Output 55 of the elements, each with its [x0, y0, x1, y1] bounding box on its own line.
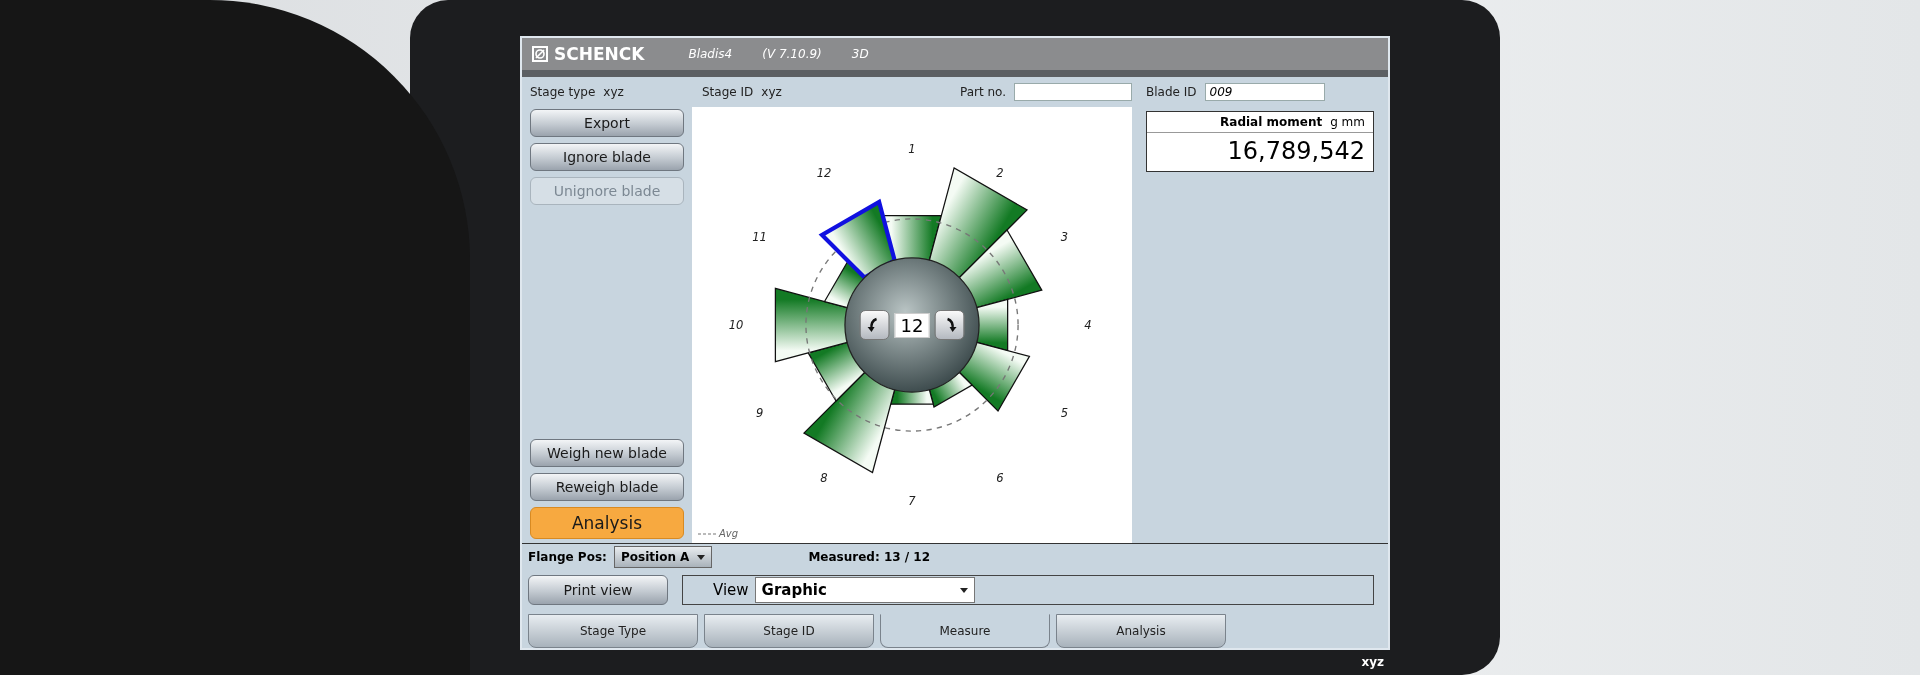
stage-id-label: Stage ID [702, 85, 754, 99]
side-button[interactable]: Export [530, 109, 684, 137]
side-button[interactable]: Reweigh blade [530, 473, 684, 501]
blade-sector[interactable] [807, 341, 866, 402]
radial-moment-label: Radial moment [1220, 115, 1323, 129]
blade-number: 5 [1060, 406, 1069, 421]
blade-sector[interactable] [774, 287, 848, 363]
stage-type-value: xyz [603, 85, 624, 99]
app-name: Bladis4 [688, 47, 733, 61]
blade-number: 7 [908, 494, 916, 509]
unit-label: g mm [1330, 115, 1365, 129]
side-button[interactable]: Ignore blade [530, 143, 684, 171]
logo-text: SCHENCK [554, 44, 645, 64]
stage-id-value: xyz [761, 85, 782, 99]
caret-icon [697, 554, 706, 560]
blade-number: 11 [752, 230, 767, 245]
blade-number: 9 [755, 406, 764, 421]
blade-number: 4 [1084, 318, 1092, 333]
blade-number: 3 [1060, 230, 1069, 245]
rotate-right-button[interactable] [934, 310, 965, 340]
blade-number: 1 [908, 142, 916, 157]
tab[interactable]: Stage ID [704, 614, 874, 648]
mode-label: 3D [851, 47, 869, 61]
part-number-field[interactable] [1014, 83, 1132, 101]
current-blade-number: 12 [894, 312, 930, 338]
blade-sector[interactable] [928, 166, 1029, 279]
measured-count: Measured: 13 / 12 [808, 550, 931, 564]
flange-pos-label: Flange Pos: [527, 550, 608, 564]
rotate-left-button[interactable] [859, 310, 890, 340]
tab[interactable]: Stage Type [528, 614, 698, 648]
footer-text: xyz [1361, 655, 1384, 669]
view-dropdown[interactable]: Graphic [754, 577, 975, 603]
legend-line [698, 531, 716, 536]
blade-id-field[interactable]: 009 [1204, 83, 1325, 101]
blade-number: 8 [820, 470, 828, 485]
app-version: (V 7.10.9) [762, 47, 822, 61]
side-button[interactable]: Weigh new blade [530, 439, 684, 467]
logo-icon [532, 46, 548, 62]
legend-label: Avg [719, 528, 739, 539]
blade-number: 10 [728, 318, 744, 333]
view-label: View [713, 581, 749, 599]
blade-number: 12 [816, 165, 832, 180]
part-number-label: Part no. [959, 85, 1006, 99]
blade-sector[interactable] [958, 228, 1043, 309]
blade-number: 2 [996, 165, 1004, 180]
radial-moment-value: 16,789,542 [1226, 136, 1366, 167]
blade-id-label: Blade ID [1146, 85, 1197, 99]
position-dropdown[interactable]: Position A [614, 546, 713, 568]
stage-type-label: Stage type [530, 85, 596, 99]
caret-icon [959, 587, 968, 593]
tab[interactable]: Measure [880, 614, 1050, 648]
blade-number: 6 [996, 470, 1004, 485]
side-button[interactable]: Analysis [530, 507, 684, 539]
print-view-button[interactable]: Print view [528, 575, 668, 605]
tab[interactable]: Analysis [1056, 614, 1226, 648]
